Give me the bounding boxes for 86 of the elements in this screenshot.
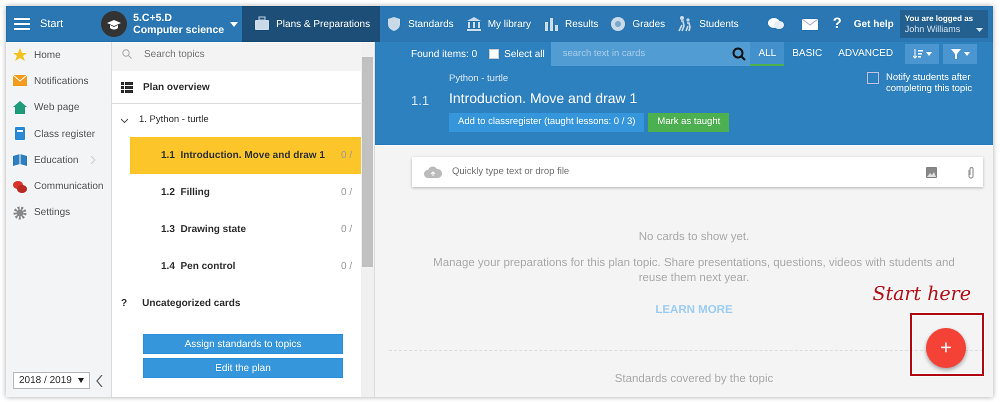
plan-button[interactable]: Assign standards to topics: [143, 334, 343, 354]
caret-icon: [230, 22, 238, 26]
sidebar-item[interactable]: Education: [6, 147, 111, 174]
graduation-cap-icon: [101, 11, 128, 37]
lesson-count: 0 /: [341, 186, 354, 200]
envelope-icon: [802, 18, 818, 30]
collapse-chevron-icon[interactable]: [96, 374, 103, 386]
question-mark-icon: ?: [121, 296, 128, 311]
found-count: Found items: 0: [411, 48, 478, 62]
help-button[interactable]: ? Get help: [826, 6, 900, 42]
topic-number: 1.1: [411, 92, 430, 110]
briefcase-icon: [254, 16, 270, 32]
uncategorized-label[interactable]: Uncategorized cards: [142, 296, 240, 311]
chevron-down-icon: [121, 117, 128, 124]
star-icon: [13, 48, 27, 62]
nav-tab[interactable]: Standards: [380, 6, 460, 42]
scrollbar[interactable]: [361, 42, 374, 397]
year-selector[interactable]: 2018 / 2019: [13, 372, 90, 389]
nav-tab[interactable]: Results: [537, 6, 604, 42]
nav-tab[interactable]: Students: [671, 6, 745, 42]
search-box[interactable]: Search topics: [112, 42, 361, 66]
topic-action-button[interactable]: Mark as taught: [648, 113, 730, 132]
topic-title: Introduction. Move and draw 1: [449, 89, 638, 108]
search-field[interactable]: search text in cards: [560, 46, 732, 62]
caret-icon: [964, 52, 970, 56]
list-icon: [121, 82, 133, 92]
search-field[interactable]: Search topics: [142, 46, 322, 62]
plan-overview-title: Plan overview: [143, 80, 210, 94]
envelope-icon: [13, 74, 27, 88]
shield-icon: [386, 16, 402, 32]
sort-button[interactable]: [905, 44, 940, 64]
sidebar-item[interactable]: Web page: [6, 94, 111, 121]
search-box[interactable]: search text in cards: [550, 42, 750, 66]
lesson-count: 0 /: [341, 149, 354, 163]
sort-icon: [912, 49, 923, 59]
sidebar-item[interactable]: Class register: [6, 120, 111, 148]
sidebar-item[interactable]: Home: [6, 42, 111, 68]
nav-tab[interactable]: My library: [460, 6, 538, 42]
standards-heading: Standards covered by the topic: [614, 372, 774, 386]
user-menu[interactable]: You are logged as John Williams: [900, 10, 988, 38]
lesson-count: 0 /: [341, 223, 354, 237]
add-button[interactable]: +: [926, 328, 966, 368]
subtopic-item[interactable]: 1.2 Filling 0 /: [130, 174, 361, 211]
filter-button[interactable]: [943, 44, 978, 64]
lesson-count: 0 /: [341, 260, 354, 274]
notebook-icon: [13, 127, 27, 142]
level-tab[interactable]: ALL: [750, 42, 784, 66]
badge-circle-icon: [610, 16, 626, 32]
topic-breadcrumb: Python - turtle: [449, 72, 510, 85]
search-icon: [122, 49, 132, 59]
nav-tab[interactable]: Grades: [604, 6, 672, 42]
plan-button[interactable]: Edit the plan: [143, 358, 343, 378]
bar-chart-icon: [543, 16, 560, 32]
paperclip-icon[interactable]: [967, 166, 975, 178]
chat-bubbles-icon: [768, 17, 784, 31]
subtopic-item[interactable]: 1.3 Drawing state 0 /: [130, 211, 361, 248]
quick-input-box[interactable]: Quickly type text or drop file: [412, 157, 983, 187]
select-all-checkbox[interactable]: Select all: [489, 46, 545, 62]
topic-item[interactable]: 1. Python - turtle: [112, 104, 361, 137]
gear-icon: [13, 206, 27, 220]
image-icon[interactable]: [926, 166, 937, 178]
caret-icon: [78, 378, 84, 383]
level-tab[interactable]: BASIC: [784, 42, 830, 66]
subtopic-item[interactable]: 1.4 Pen control 0 /: [130, 248, 361, 285]
question-mark-icon: ?: [832, 12, 842, 36]
topic-action-button[interactable]: Add to classregister (taught lessons: 0 / 3): [449, 113, 644, 132]
cloud-upload-icon: [424, 166, 442, 178]
caret-icon: [976, 28, 983, 32]
search-icon: [732, 47, 746, 61]
sidebar-item[interactable]: Notifications: [6, 68, 111, 95]
notify-checkbox[interactable]: Notify students after completing this topic: [867, 72, 985, 132]
subtopic-item[interactable]: 1.1 Introduction. Move and draw 1 0 /: [130, 137, 361, 174]
sidebar-item[interactable]: Settings: [6, 200, 111, 226]
menu-icon: [14, 18, 30, 30]
book-icon: [13, 153, 27, 168]
walking-people-icon: [677, 16, 694, 32]
empty-title: No cards to show yet.: [638, 230, 750, 245]
caret-icon: [926, 52, 932, 56]
chat-bubbles-icon: [13, 180, 27, 194]
house-icon: [13, 100, 27, 115]
class-selector[interactable]: 5.C+5.D Computer science: [97, 11, 242, 37]
menu-button[interactable]: Start: [6, 16, 98, 32]
level-tab[interactable]: ADVANCED: [830, 42, 902, 66]
filter-icon: [950, 49, 961, 59]
building-icon: [466, 16, 482, 32]
nav-tab[interactable]: Plans & Preparations: [242, 6, 380, 42]
